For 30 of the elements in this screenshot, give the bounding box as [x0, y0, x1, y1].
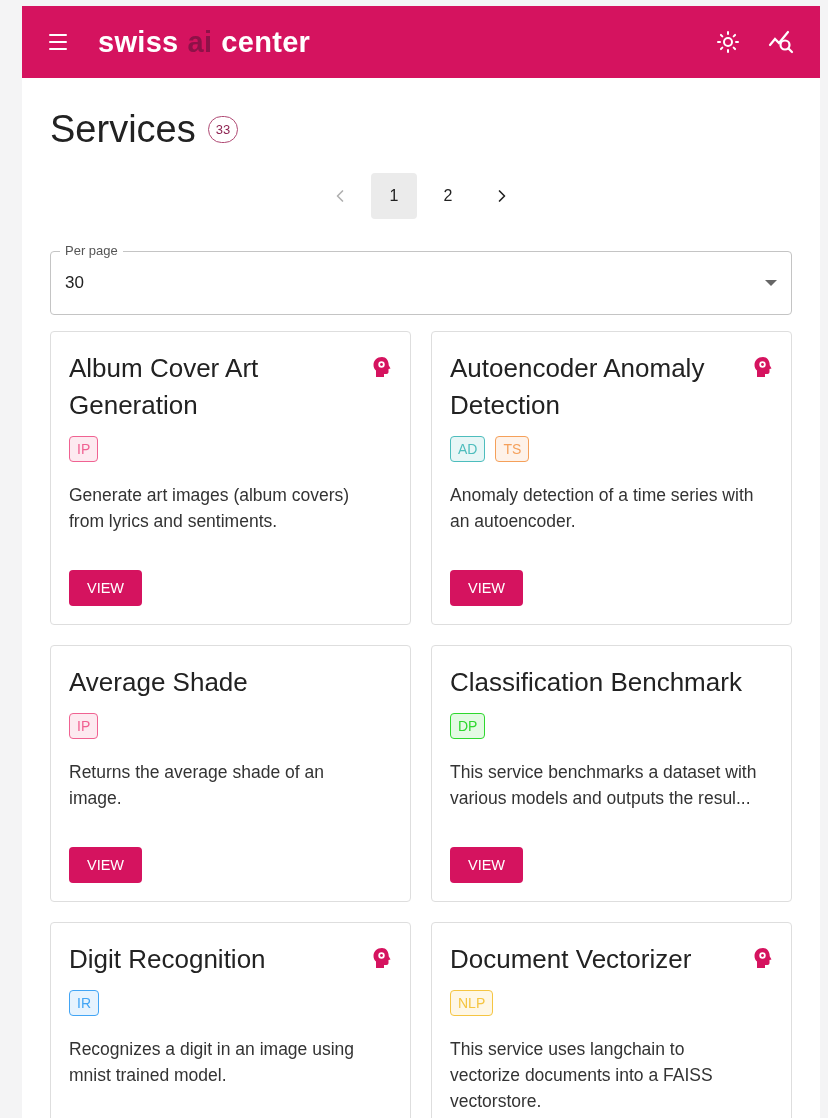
- service-description: This service uses langchain to vectorize documents into a FAISS vectorstore.: [450, 1038, 714, 1113]
- logo: swiss ai center: [98, 25, 312, 59]
- page-button[interactable]: 2: [425, 173, 471, 219]
- service-title: Document Vectorizer: [450, 943, 692, 976]
- page-title: Services: [50, 108, 196, 151]
- view-button[interactable]: VIEW: [69, 847, 143, 883]
- theme-toggle-button[interactable]: [716, 30, 740, 54]
- page-button[interactable]: 1: [371, 173, 417, 219]
- tag: TS: [495, 436, 530, 462]
- tag: IR: [69, 990, 99, 1016]
- service-title: Digit Recognition: [69, 943, 266, 976]
- service-title: Autoencoder Anomaly Detection: [450, 352, 706, 422]
- service-title: Average Shade: [69, 666, 248, 699]
- service-description: Anomaly detection of a time series with an autoencoder.: [450, 484, 755, 533]
- service-title: Album Cover Art Generation: [69, 352, 260, 422]
- view-button[interactable]: VIEW: [69, 570, 143, 606]
- view-button[interactable]: VIEW: [450, 847, 524, 883]
- tag: IP: [69, 713, 99, 739]
- service-title: Classification Benchmark: [450, 666, 742, 699]
- chart-search-button[interactable]: [768, 29, 796, 55]
- service-description: Recognizes a digit in an image using mnist trained model.: [69, 1038, 356, 1087]
- view-button[interactable]: VIEW: [450, 570, 524, 606]
- tag: DP: [450, 713, 486, 739]
- caret-icon: [765, 280, 777, 286]
- service-description: Returns the average shade of an image.: [69, 761, 325, 810]
- service-description: Generate art images (album covers) from lyrics and sentiments.: [69, 484, 351, 533]
- tag: NLP: [450, 990, 494, 1016]
- service-description: This service benchmarks a dataset with various models and outputs the resul...: [450, 761, 758, 810]
- tag: IP: [69, 436, 99, 462]
- tag: AD: [450, 436, 486, 462]
